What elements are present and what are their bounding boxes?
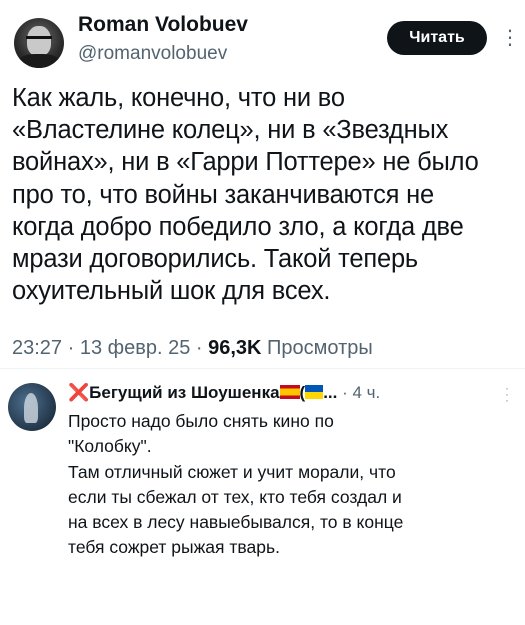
- reply-text: Просто надо было снять кино по "Колобку"…: [68, 409, 518, 561]
- avatar-figure: [24, 393, 38, 423]
- more-options-icon[interactable]: ⋮: [500, 24, 520, 52]
- tweet-timestamp[interactable]: 23:27 · 13 февр. 25 ·: [12, 337, 208, 359]
- author-avatar[interactable]: [14, 18, 64, 68]
- reply-header: ❌Бегущий из Шоушенка(... · 4 ч.: [68, 383, 380, 403]
- reply-line: Там отличный сюжет и учит морали, что: [68, 461, 396, 482]
- reply-name-ellipsis: ...: [323, 383, 338, 402]
- spain-flag-icon: [279, 385, 300, 399]
- divider: [0, 368, 525, 369]
- avatar-glasses: [26, 36, 52, 45]
- reply-avatar[interactable]: [8, 383, 56, 431]
- reply-more-icon[interactable]: · · ·: [505, 382, 509, 406]
- tweet-line: Как жаль, конечно, что ни во: [12, 84, 345, 112]
- ukraine-flag-icon: [305, 385, 324, 399]
- tweet-line: «Властелине колец», ни в «Звездных: [12, 116, 449, 145]
- reply-line: "Колобку".: [68, 436, 152, 457]
- reply-line: если ты сбежал от тех, кто тебя создал и: [68, 486, 402, 507]
- author-name[interactable]: Roman Volobuev: [78, 13, 248, 37]
- avatar-shirt: [18, 54, 60, 68]
- reply-line: на всех в лесу навыебывался, то в конце: [68, 512, 404, 533]
- tweet-meta: 23:27 · 13 февр. 25 · 96,3K Просмотры: [12, 337, 373, 360]
- tweet-line: про то, что войны заканчиваются не: [12, 180, 435, 209]
- reply-author-name[interactable]: Бегущий из Шоушенка: [89, 383, 279, 402]
- reply-line: тебя сожрет рыжая тварь.: [68, 537, 280, 558]
- tweet-line: когда добро победило зло, а когда две: [12, 212, 464, 241]
- tweet-line: войнах», ни в «Гарри Поттере» не было: [12, 148, 479, 177]
- tweet-line: мрази договорились. Такой теперь: [12, 245, 419, 274]
- views-count: 96,3K: [208, 337, 262, 359]
- tweet-line: охуительный шок для всех.: [12, 277, 331, 306]
- cross-mark-icon: ❌: [68, 383, 90, 402]
- reply-time[interactable]: · 4 ч.: [337, 383, 380, 402]
- tweet-text: Как жаль, конечно, что ни во «Властелине…: [12, 82, 517, 307]
- views-label: Просмотры: [261, 337, 373, 359]
- reply-line: Просто надо было снять кино по: [68, 411, 334, 431]
- author-handle[interactable]: @romanvolobuev: [78, 43, 227, 65]
- follow-button[interactable]: Читать: [387, 21, 487, 55]
